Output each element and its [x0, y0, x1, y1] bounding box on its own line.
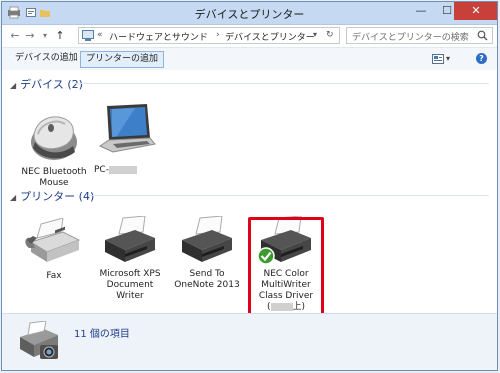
explorer-window: デバイスとプリンター — ☐ ✕ ← → ▾ ↑ « ハードウェアとサウンド ›…: [1, 1, 498, 371]
devices-printers-large-icon: [20, 321, 58, 359]
search-icon[interactable]: [477, 30, 488, 41]
command-bar: デバイスの追加 プリンターの追加 ▾ ?: [2, 47, 497, 71]
change-view-icon[interactable]: [432, 54, 444, 64]
collapse-chevron-icon[interactable]: ◢: [10, 81, 16, 90]
view-dropdown-icon[interactable]: ▾: [446, 51, 450, 66]
highlight-box: [248, 217, 324, 321]
printer-icon: [182, 216, 232, 262]
add-printer-button[interactable]: プリンターの追加: [80, 51, 165, 68]
printer-xps-writer[interactable]: Microsoft XPS Document Writer: [94, 216, 166, 302]
printer-icon: [105, 216, 155, 262]
refresh-button[interactable]: ↻: [326, 30, 334, 40]
divider: [74, 83, 489, 84]
fax-icon: [25, 218, 81, 262]
recent-dropdown-button[interactable]: ▾: [39, 29, 51, 43]
close-button[interactable]: ✕: [454, 2, 497, 20]
laptop-icon: [98, 104, 156, 153]
printers-group-header[interactable]: ◢ プリンター (4): [10, 188, 94, 204]
breadcrumb-devices-printers[interactable]: デバイスとプリンター: [225, 30, 315, 43]
device-pc[interactable]: PC-: [90, 102, 162, 176]
address-row: ← → ▾ ↑ « ハードウェアとサウンド › デバイスとプリンター ▾ ↻ デ…: [2, 25, 497, 47]
redacted-name: [108, 165, 137, 174]
up-button[interactable]: ↑: [54, 29, 66, 43]
address-dropdown-button[interactable]: ▾: [313, 30, 317, 39]
device-bluetooth-mouse[interactable]: NEC Bluetooth Mouse: [18, 106, 90, 189]
search-input[interactable]: デバイスとプリンターの検索: [346, 27, 493, 44]
content-area: ◢ デバイス (2) NEC Bluetooth Mouse PC- ◢ プリン…: [2, 70, 497, 321]
title-bar: デバイスとプリンター — ☐ ✕: [2, 2, 497, 25]
add-device-button[interactable]: デバイスの追加: [10, 51, 83, 66]
printer-label: Fax: [46, 271, 62, 281]
breadcrumb-overflow[interactable]: «: [97, 30, 103, 40]
device-label: NEC Bluetooth Mouse: [21, 167, 87, 188]
device-label: PC-: [90, 165, 162, 176]
breadcrumb-hardware-sound[interactable]: ハードウェアとサウンド: [109, 30, 208, 43]
control-panel-icon: [82, 30, 94, 41]
address-bar[interactable]: « ハードウェアとサウンド › デバイスとプリンター ▾ ↻: [78, 27, 340, 44]
details-pane: 11 個の項目: [2, 313, 497, 370]
divider: [88, 195, 489, 196]
back-button[interactable]: ←: [9, 29, 21, 43]
breadcrumb-separator[interactable]: ›: [216, 30, 220, 40]
printer-label: Send To OneNote 2013: [174, 269, 240, 290]
minimize-button[interactable]: —: [408, 2, 434, 20]
printer-label: Microsoft XPS Document Writer: [99, 269, 161, 301]
item-count: 11 個の項目: [74, 329, 130, 340]
search-placeholder: デバイスとプリンターの検索: [352, 33, 469, 43]
mouse-icon: [31, 116, 77, 160]
printer-fax[interactable]: Fax: [18, 218, 90, 282]
devices-group-header[interactable]: ◢ デバイス (2): [10, 76, 83, 92]
help-button[interactable]: ?: [476, 53, 487, 64]
forward-button[interactable]: →: [24, 29, 36, 43]
printer-send-to-onenote[interactable]: Send To OneNote 2013: [171, 216, 243, 291]
collapse-chevron-icon[interactable]: ◢: [10, 193, 16, 202]
